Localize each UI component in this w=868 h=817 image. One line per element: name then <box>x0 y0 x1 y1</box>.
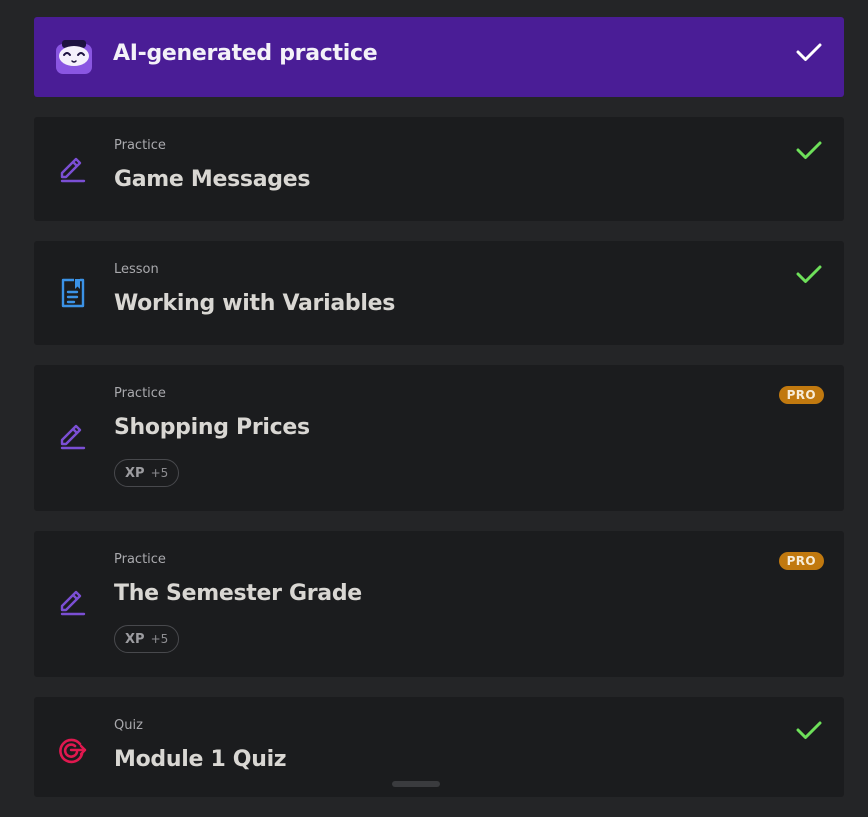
ai-practice-title: AI-generated practice <box>113 41 378 66</box>
list-item[interactable]: Practice Game Messages <box>34 117 844 221</box>
xp-value: +5 <box>150 466 169 480</box>
check-icon <box>796 43 822 61</box>
check-icon <box>796 721 822 739</box>
item-type-label: Practice <box>114 138 166 153</box>
item-title: Module 1 Quiz <box>114 747 287 772</box>
target-icon <box>59 738 87 764</box>
item-title: Game Messages <box>114 167 311 192</box>
check-icon <box>796 265 822 283</box>
item-type-label: Lesson <box>114 262 159 277</box>
item-type-label: Practice <box>114 386 166 401</box>
xp-label: XP <box>125 465 145 481</box>
list-item[interactable]: Practice The Semester Grade PRO XP +5 <box>34 531 844 677</box>
pro-badge: PRO <box>778 552 824 570</box>
item-title: Working with Variables <box>114 291 396 316</box>
lesson-list: AI-generated practice Practice Game Mess… <box>34 17 844 817</box>
item-title: The Semester Grade <box>114 581 362 606</box>
item-type-label: Practice <box>114 552 166 567</box>
check-icon <box>796 141 822 159</box>
xp-label: XP <box>125 631 145 647</box>
item-title: Shopping Prices <box>114 415 310 440</box>
pencil-icon <box>60 590 86 616</box>
item-type-label: Quiz <box>114 718 143 733</box>
xp-badge: XP +5 <box>114 625 180 653</box>
ai-mascot-icon <box>56 40 92 74</box>
xp-value: +5 <box>150 632 169 646</box>
xp-badge: XP +5 <box>114 459 180 487</box>
pro-badge: PRO <box>778 386 824 404</box>
scroll-handle[interactable] <box>392 781 440 787</box>
document-icon <box>61 278 85 308</box>
list-item[interactable]: Lesson Working with Variables <box>34 241 844 345</box>
list-item[interactable]: Practice Shopping Prices PRO XP +5 <box>34 365 844 511</box>
pencil-icon <box>60 424 86 450</box>
pencil-icon <box>60 157 86 183</box>
ai-practice-banner[interactable]: AI-generated practice <box>34 17 844 97</box>
